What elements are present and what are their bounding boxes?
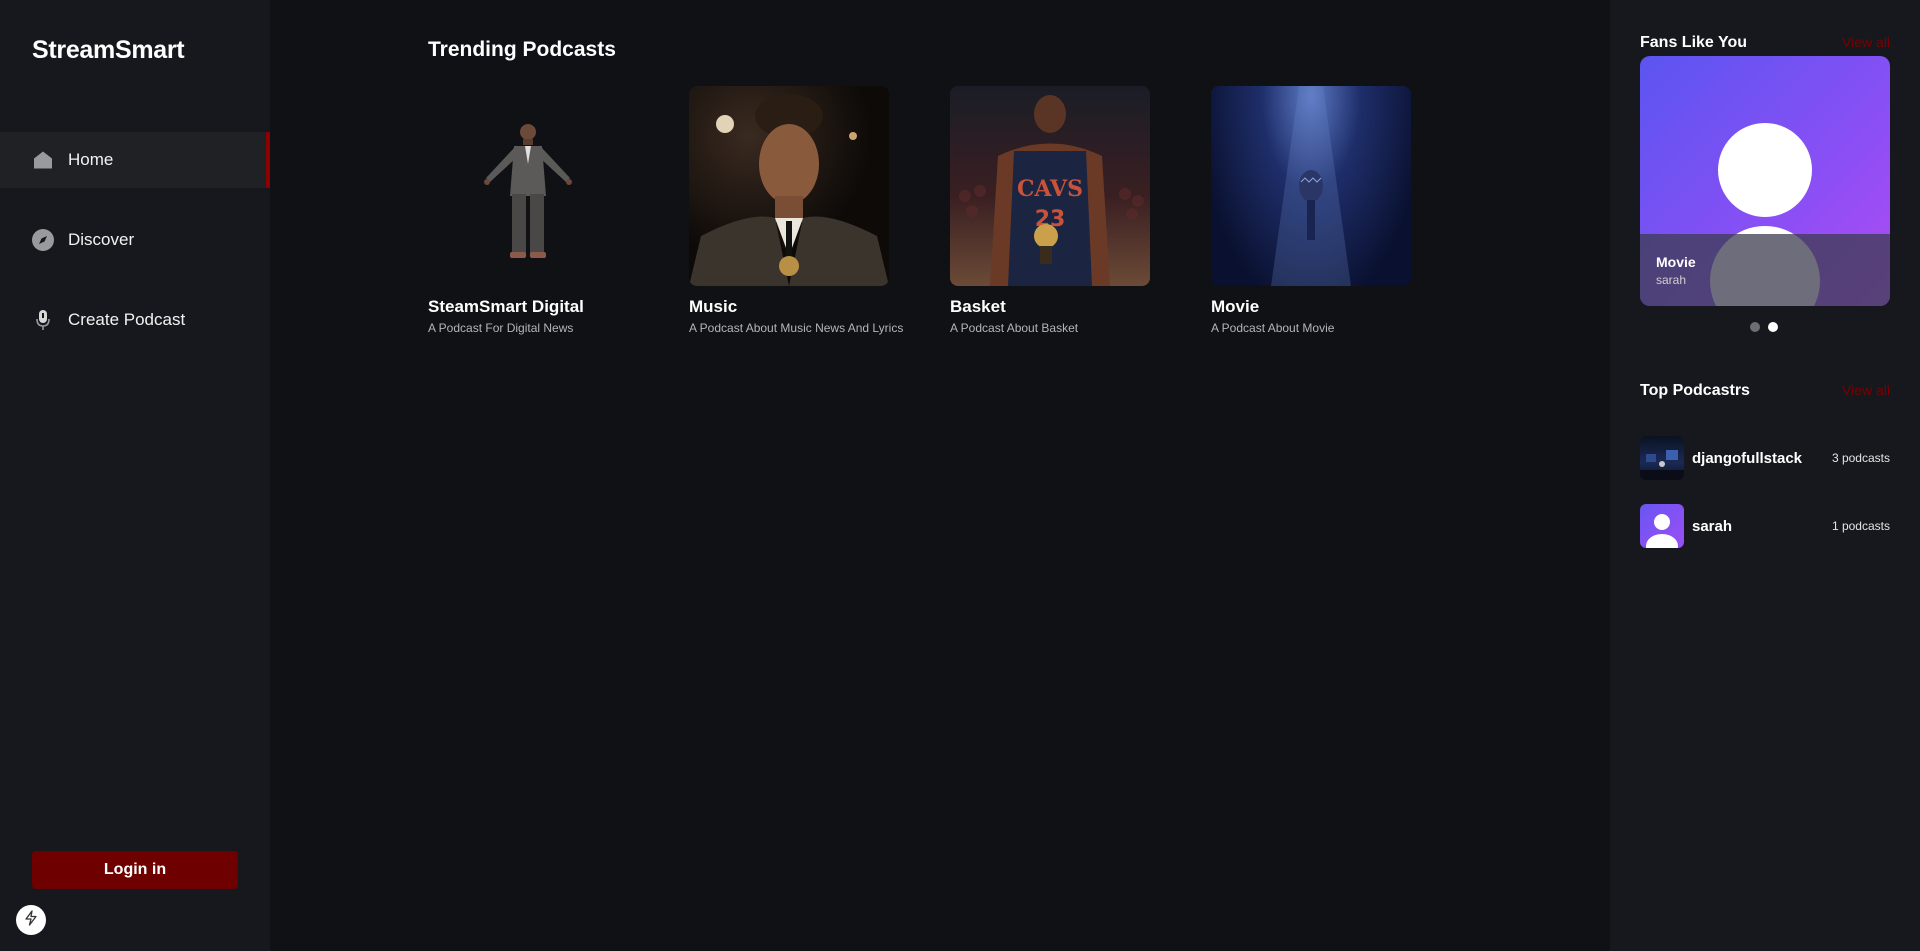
app-logo[interactable]: StreamSmart [32,36,185,65]
podcaster-avatar [1640,504,1684,548]
top-podcasters-header: Top Podcastrs View all [1640,382,1890,400]
podcast-description: A Podcast About Movie [1211,321,1335,335]
podcast-title: Music [689,297,738,316]
podcast-title: SteamSmart Digital [428,297,584,316]
trending-podcasts-list: SteamSmart Digital A Podcast For Digital… [428,86,1472,335]
podcast-card[interactable]: Music A Podcast About Music News And Lyr… [689,86,904,335]
svg-text:CAVS: CAVS [1017,176,1083,202]
bolt-button[interactable] [16,905,46,935]
sidebar-item-home[interactable]: Home [0,132,270,188]
podcast-description: A Podcast About Basket [950,321,1079,335]
app-root: StreamSmart Home Discover Create Podcast… [0,0,1920,951]
right-panel: Fans Like You View all Movie sarah Top P… [1610,0,1920,951]
carousel-dots [1750,322,1786,332]
fans-title: Fans Like You [1640,34,1747,51]
sidebar-item-label: Home [68,150,114,169]
home-icon [32,149,54,171]
sidebar-item-label: Discover [68,230,135,249]
podcaster-name: djangofullstack [1692,449,1803,467]
microphone-icon [32,309,54,331]
podcast-thumbnail [428,86,628,286]
podcast-description: A Podcast For Digital News [428,321,574,335]
podcast-card[interactable]: SteamSmart Digital A Podcast For Digital… [428,86,628,335]
section-title: Trending Podcasts [428,38,616,61]
main-content: Trending Podcasts SteamSmart Digital A P… [270,0,1610,951]
podcast-thumbnail [689,86,889,286]
podcast-card[interactable]: Movie A Podcast About Movie [1211,86,1411,335]
bolt-icon [24,909,38,931]
podcaster-row[interactable]: sarah 1 podcasts [1640,504,1890,548]
left-sidebar: StreamSmart Home Discover Create Podcast… [0,0,270,951]
sidebar-item-create-podcast[interactable]: Create Podcast [0,292,270,348]
top-podcasters-view-all-link[interactable]: View all [1842,382,1890,398]
sidebar-item-label: Create Podcast [68,310,186,329]
fan-card-author: sarah [1656,273,1687,287]
podcast-title: Basket [950,297,1006,316]
main-nav: Home Discover Create Podcast [0,132,270,372]
podcaster-name: sarah [1692,517,1733,535]
avatar-head [1718,123,1812,217]
podcaster-avatar [1640,436,1684,480]
login-button[interactable]: Login in [32,851,238,889]
top-podcasters-title: Top Podcastrs [1640,382,1750,399]
podcaster-count: 3 podcasts [1831,451,1890,465]
carousel-dot[interactable] [1750,322,1760,332]
carousel-dot-active[interactable] [1768,322,1778,332]
fan-podcast-card[interactable]: Movie sarah [1640,56,1890,306]
podcaster-count: 1 podcasts [1831,519,1890,533]
podcast-description: A Podcast About Music News And Lyrics [689,321,904,335]
fans-view-all-link[interactable]: View all [1842,34,1890,50]
fan-card-title: Movie [1656,254,1696,270]
sidebar-item-discover[interactable]: Discover [0,212,270,268]
fans-header: Fans Like You View all [1640,34,1890,52]
podcaster-row[interactable]: djangofullstack 3 podcasts [1640,436,1890,480]
podcast-thumbnail: CAVS 23 [950,86,1150,286]
compass-icon [32,229,54,251]
podcast-thumbnail [1211,86,1411,286]
fan-card-overlay: Movie sarah [1640,234,1890,306]
podcast-card[interactable]: CAVS 23 Basket A Podcast About Basket [950,86,1150,335]
podcast-title: Movie [1211,297,1260,316]
